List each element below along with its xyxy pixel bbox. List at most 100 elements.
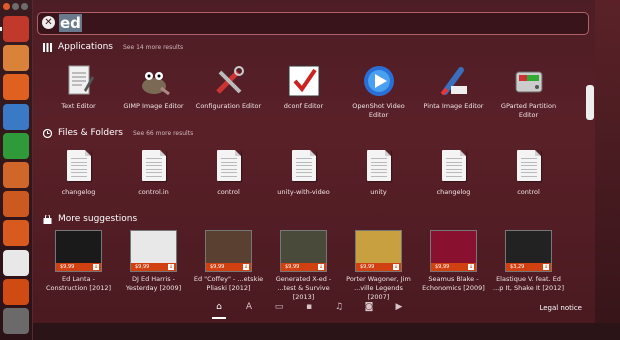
dash-edge[interactable] [595, 0, 620, 340]
applications-grid: Text Editor GIMP Image Editor Configuratio… [41, 64, 566, 120]
app-result[interactable]: OpenShot Video Editor [341, 64, 416, 120]
suggestion-result[interactable]: $9,99 ↓ Seamus Blake - Echonomics [2009] [416, 230, 491, 302]
applications-header: Applications See 14 more results [43, 40, 183, 54]
openshot-icon [362, 64, 396, 98]
system-settings-icon[interactable] [3, 308, 29, 334]
text-document-icon [441, 150, 466, 181]
file-result-label: changelog [436, 188, 471, 196]
album-cover: $9,99 ↓ [430, 230, 477, 272]
minimize-window-icon[interactable] [12, 3, 19, 10]
album-cover: $9,99 ↓ [130, 230, 177, 272]
album-cover: $9,99 ↓ [280, 230, 327, 272]
suggestion-result[interactable]: $9,99 ↓ Ed "Coffey" - ...etskie Pliaski [2… [191, 230, 266, 302]
download-icon: ↓ [168, 264, 174, 270]
music-filter-icon[interactable]: ♫ [333, 302, 345, 314]
text-document-icon [291, 150, 316, 181]
app-result-label: Text Editor [61, 102, 96, 110]
suggestion-result[interactable]: $3,29 ↓ Elastique V. feat. Ed ...p It, Sha… [491, 230, 566, 302]
suggestion-label: Ed Lanta - Construction [2012] [45, 275, 112, 292]
launcher [0, 0, 33, 340]
app-result-label: OpenShot Video Editor [352, 102, 405, 119]
app-result[interactable]: Configuration Editor [191, 64, 266, 120]
suggestion-label: Seamus Blake - Echonomics [2009] [422, 275, 485, 292]
file-result-label: control [517, 188, 540, 196]
suggestion-result[interactable]: $9,99 ↓ DJ Ed Harris - Yesterday [2009] [116, 230, 191, 302]
files-label: Files & Folders [58, 128, 123, 138]
album-cover: $9,99 ↓ [355, 230, 402, 272]
ubuntu-one-icon[interactable] [3, 220, 29, 247]
applications-more-link[interactable]: See 14 more results [123, 44, 183, 51]
suggestion-result[interactable]: $9,99 ↓ Porter Wagoner, Jim ...ville Legen… [341, 230, 416, 302]
social-filter-icon[interactable]: ▪ [303, 302, 315, 314]
search-query[interactable]: ed [59, 14, 82, 32]
software-center-icon[interactable] [3, 191, 29, 218]
search-input[interactable]: ✕ ed [37, 12, 589, 35]
app-result[interactable]: dconf Editor [266, 64, 341, 120]
app-result[interactable]: Pinta Image Editor [416, 64, 491, 120]
applications-label: Applications [58, 42, 113, 52]
suggestion-result[interactable]: $9,99 ↓ Ed Lanta - Construction [2012] [41, 230, 116, 302]
close-window-icon[interactable] [3, 3, 10, 10]
dconf-icon [287, 64, 321, 98]
photos-filter-icon[interactable]: ◙ [363, 302, 375, 314]
app-result[interactable]: GIMP Image Editor [116, 64, 191, 120]
price-badge: $9,99 ↓ [206, 263, 251, 271]
download-icon: ↓ [243, 264, 249, 270]
apps-filter-icon[interactable]: A [243, 302, 255, 314]
files-more-link[interactable]: See 66 more results [133, 130, 193, 137]
file-result[interactable]: changelog [41, 150, 116, 197]
writer-icon[interactable] [3, 103, 29, 130]
files-icon[interactable] [3, 45, 29, 72]
ubuntu-one-music-icon[interactable] [3, 278, 29, 305]
suggestion-label: DJ Ed Harris - Yesterday [2009] [125, 275, 182, 292]
running-indicator [0, 27, 2, 31]
file-result[interactable]: control.in [116, 150, 191, 197]
applications-icon [43, 42, 52, 52]
app-result[interactable]: GParted Partition Editor [491, 64, 566, 120]
dash-home-icon[interactable] [3, 16, 29, 42]
app-result-label: dconf Editor [283, 102, 324, 110]
suggestion-result[interactable]: $9,99 ↓ Generated X-ed - ...test & Survive… [266, 230, 341, 302]
file-result[interactable]: control [491, 150, 566, 197]
price-badge: $9,99 ↓ [356, 263, 401, 271]
tools-icon [212, 64, 246, 98]
shopping-bag-icon [43, 213, 52, 224]
close-search-icon[interactable]: ✕ [42, 16, 55, 29]
home-filter-icon[interactable]: ⌂ [213, 302, 225, 314]
window-controls [3, 3, 28, 10]
price-badge: $3,29 ↓ [506, 263, 551, 271]
album-cover: $9,99 ↓ [205, 230, 252, 272]
firefox-icon[interactable] [3, 74, 29, 101]
suggestions-grid: $9,99 ↓ Ed Lanta - Construction [2012] $9,9… [41, 230, 566, 302]
text-document-icon [216, 150, 241, 181]
files-filter-icon[interactable]: ▭ [273, 302, 285, 314]
files-header: Files & Folders See 66 more results [42, 126, 193, 140]
scrollbar[interactable] [586, 85, 594, 120]
maximize-window-icon[interactable] [21, 3, 28, 10]
file-result[interactable]: changelog [416, 150, 491, 197]
file-result-label: unity [370, 188, 387, 196]
clock-icon [42, 128, 53, 138]
legal-notice-link[interactable]: Legal notice [539, 304, 582, 312]
suggestions-header: More suggestions [43, 212, 137, 226]
app-result-label: GParted Partition Editor [500, 102, 557, 119]
suggestions-label: More suggestions [58, 214, 138, 224]
suggestion-label: Generated X-ed - ...test & Survive [2013… [275, 275, 332, 301]
video-filter-icon[interactable]: ▶ [393, 302, 405, 314]
text-document-icon [141, 150, 166, 181]
file-result-label: control [217, 188, 240, 196]
calc-icon[interactable] [3, 132, 29, 159]
dash: ✕ ed Applications See 14 more results Te… [33, 0, 595, 323]
download-icon: ↓ [468, 264, 474, 270]
file-result[interactable]: unity [341, 150, 416, 197]
amazon-icon[interactable] [3, 249, 29, 276]
impress-icon[interactable] [3, 162, 29, 188]
file-result[interactable]: unity-with-video [266, 150, 341, 197]
gparted-icon [512, 64, 546, 98]
desktop-strip [33, 323, 620, 340]
file-result[interactable]: control [191, 150, 266, 197]
text-editor-icon [62, 64, 96, 98]
suggestion-label: Elastique V. feat. Ed ...p It, Shake It … [493, 275, 564, 292]
text-document-icon [516, 150, 541, 181]
app-result[interactable]: Text Editor [41, 64, 116, 120]
